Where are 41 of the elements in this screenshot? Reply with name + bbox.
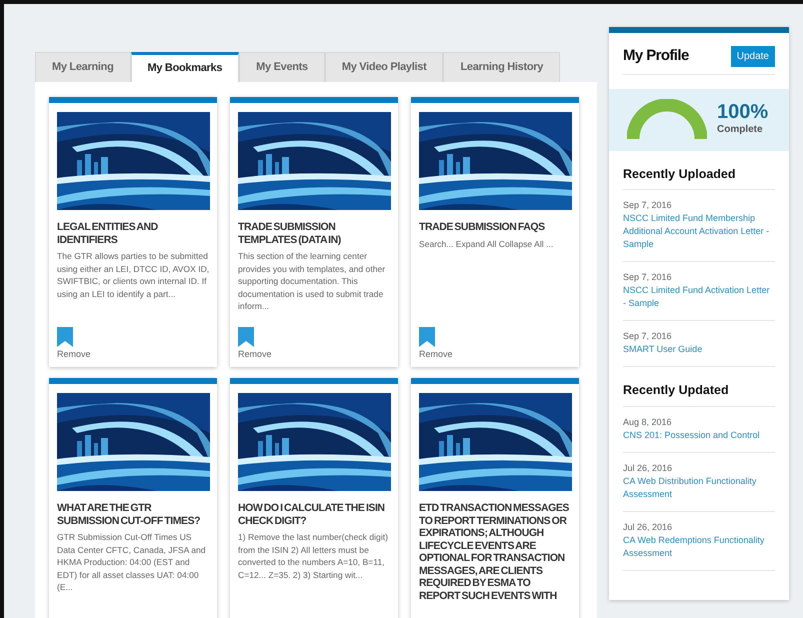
bookmark-icon[interactable] (238, 326, 254, 346)
completion-percent: 100% (717, 102, 768, 122)
card-summary: This section of the learning center provides you with templates, and other supporting documentation. This documentation is used to submit trade inform... (238, 250, 386, 312)
gauge-icon (627, 98, 707, 140)
update-button[interactable]: Update (730, 46, 775, 67)
tab[interactable]: My Video Playlist (324, 52, 444, 82)
item-date: Jul 26, 2016 (623, 521, 674, 534)
tab[interactable]: My Events (239, 52, 325, 82)
remove-link[interactable]: Remove (238, 348, 272, 361)
document-link[interactable]: CA Web Redemptions Functionality Assessment (623, 534, 775, 560)
card-title: ETD TRANSACTION MESSAGES TO REPORT TERMINATIONS OR EXPIRATIONS; ALTHOUGH LIFECYCLE EVENTS ARE OPTIONAL FOR TRANSACTION MESSAGES, ARE CLIENTS REQUIRED BY ESMA TO REPORT SUCH EVENTS WITH (419, 502, 570, 602)
item-date: Sep 7, 2016 (623, 330, 673, 344)
section-heading: Recently Uploaded (623, 150, 775, 190)
profile-title: My Profile (623, 46, 689, 66)
section-heading: Recently Updated (623, 367, 775, 407)
tab[interactable]: My Bookmarks (130, 52, 240, 82)
bookmark-icon[interactable] (57, 326, 73, 346)
card-summary: 1) Remove the last number(check digit) from the ISIN 2) All letters must be converted to the numbers A=10, B=11, C=12... Z=35. 2) 3) Starting wit... (238, 531, 389, 581)
document-link[interactable]: CA Web Distribution Functionality Assessment (623, 475, 775, 501)
remove-link[interactable]: Remove (419, 348, 453, 361)
item-date: Sep 7, 2016 (623, 199, 673, 212)
document-link[interactable]: NSCC Limited Fund Activation Letter - Sample (623, 284, 775, 310)
tab[interactable]: My Learning (35, 52, 130, 82)
card-title: HOW DO I CALCULATE THE ISIN CHECK DIGIT? (238, 502, 386, 527)
remove-link[interactable]: Remove (57, 348, 91, 361)
item-date: Jul 26, 2016 (623, 462, 674, 475)
item-date: Sep 7, 2016 (623, 271, 673, 284)
card-summary: Search... Expand All Collapse All ... (419, 238, 554, 250)
tab[interactable]: Learning History (443, 52, 560, 82)
card-title: TRADE SUBMISSION FAQS (419, 221, 546, 234)
document-link[interactable]: SMART User Guide (623, 343, 775, 356)
document-link[interactable]: CNS 201: Possession and Control (623, 429, 775, 442)
bookmark-icon[interactable] (419, 326, 435, 346)
card-title: TRADE SUBMISSION TEMPLATES (DATA IN) (238, 221, 342, 246)
item-date: Aug 8, 2016 (623, 416, 673, 429)
completion-label: Complete (717, 123, 764, 137)
card-title: LEGAL ENTITIES AND IDENTIFIERS (57, 221, 159, 246)
document-link[interactable]: NSCC Limited Fund Membership Additional Account Activation Letter - Sample (623, 212, 775, 252)
card-summary: GTR Submission Cut-Off Times US Data Center CFTC, Canada, JFSA and HKMA Production: 04:00 (EST and EDT) for all asset classes UAT: 04:00 (E... (57, 531, 207, 594)
card-summary: The GTR allows parties to be submitted using either an LEI, DTCC ID, AVOX ID, SWIFTBIC, or clients own internal ID. If using an LEI to identify a part... (57, 250, 210, 300)
card-title: WHAT ARE THE GTR SUBMISSION CUT-OFF TIMES? (57, 502, 202, 527)
